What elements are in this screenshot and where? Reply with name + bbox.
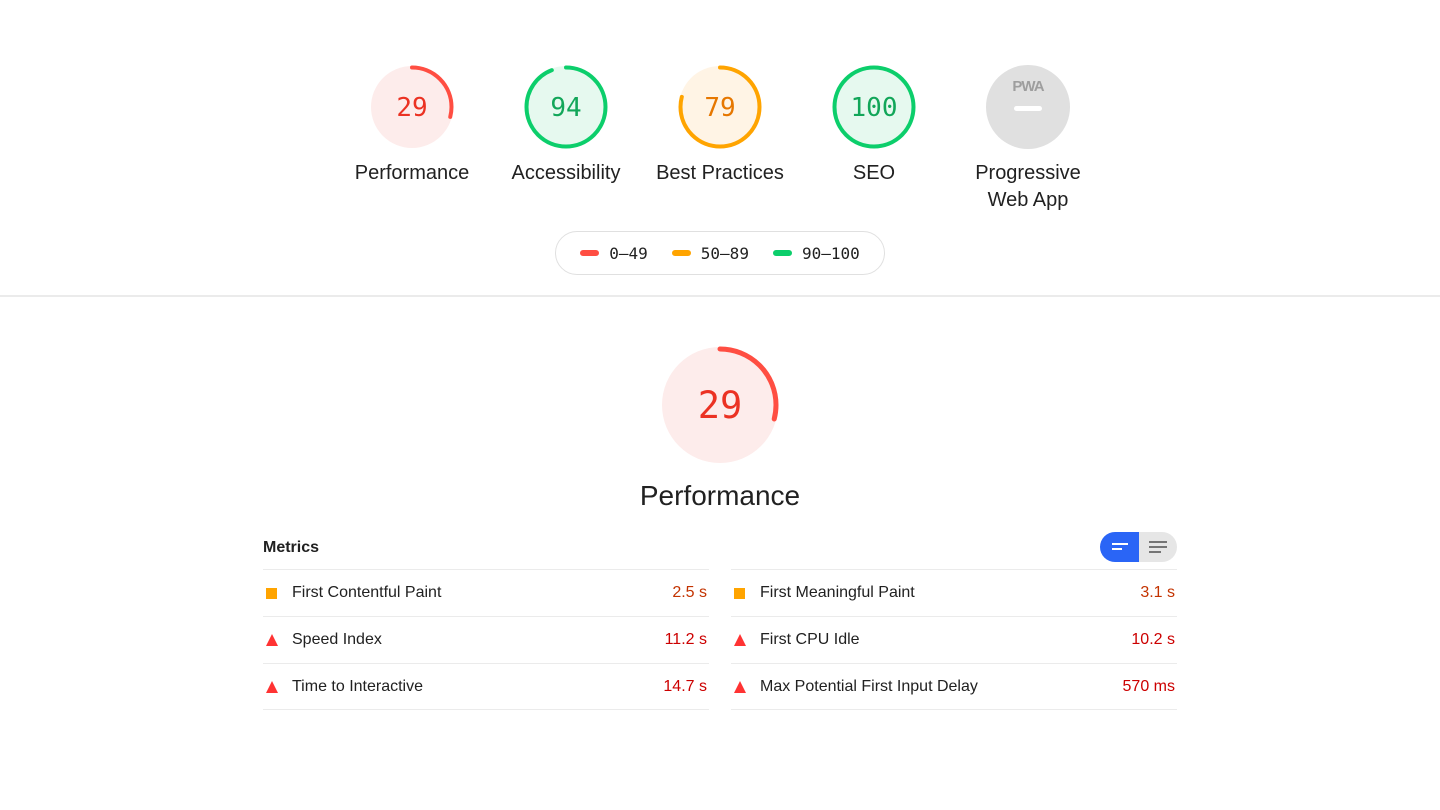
gauge-score: 100 [851,93,898,123]
gauge-ring-performance: 29 [370,65,454,149]
triangle-icon [266,680,278,693]
metric-name: First Contentful Paint [292,584,442,601]
performance-title: Performance [639,480,801,511]
metrics-heading: Metrics [263,539,320,556]
legend-item-fail: 0–49 [580,244,648,263]
metrics-column-right: First Meaningful Paint 3.1 s First CPU I… [731,569,1177,710]
gauge-ring-accessibility: 94 [524,65,608,149]
gauge-score: 29 [698,384,743,427]
gauge-pwa[interactable]: PWA Progressive Web App [951,62,1105,214]
gauge-label: SEO [852,162,896,184]
legend-pass-swatch [772,250,792,256]
metric-row: First CPU Idle 10.2 s [731,616,1177,663]
metric-name: First Meaningful Paint [760,584,915,601]
gauge-label: Performance [354,162,470,184]
gauge-score: 79 [704,93,735,123]
metric-value: 10.2 s [1131,631,1175,648]
metric-row: First Meaningful Paint 3.1 s [731,569,1177,616]
compact-view-icon [1111,543,1128,550]
gauge-performance[interactable]: 29 Performance [335,62,489,187]
performance-gauge-large: 29 [659,345,781,472]
square-icon [734,587,745,599]
legend-item-pass: 90–100 [772,243,860,263]
legend-average-swatch [671,250,691,256]
metric-row: Max Potential First Input Delay 570 ms [731,663,1177,710]
metric-value: 570 ms [1122,677,1175,695]
gauge-best-practices[interactable]: 79 Best Practices [643,62,797,187]
gauge-label: Accessibility [511,162,621,184]
legend-label: 90–100 [801,243,860,263]
metrics-column-left: First Contentful Paint 2.5 s Speed Index… [263,569,709,710]
score-legend: 0–49 50–89 90–100 [555,231,885,275]
gauge-accessibility[interactable]: 94 Accessibility [489,62,643,187]
gauge-ring-best-practices: 79 [678,65,762,149]
metric-name: Max Potential First Input Delay [760,677,978,695]
metric-name: Speed Index [292,631,382,648]
gauge-seo[interactable]: 100 SEO [797,62,951,187]
gauge-label: Progressive Web App [951,160,1105,214]
metric-value: 11.2 s [664,631,707,648]
gauge-ring-seo: 100 [832,65,916,149]
metric-value: 2.5 s [672,584,707,601]
legend-label: 0–49 [609,243,648,263]
metric-row: Time to Interactive 14.7 s [263,663,709,710]
gauge-label: Best Practices [656,162,784,184]
metric-value: 14.7 s [663,677,707,695]
triangle-icon [266,634,278,646]
gauge-score: 29 [396,93,427,123]
gauge-label-line2: Web App [987,189,1069,211]
gauge-score: 94 [550,93,581,123]
legend-fail-swatch [580,250,600,256]
metric-name: First CPU Idle [760,631,860,648]
expanded-view-icon [1149,541,1167,553]
legend-label: 50–89 [700,243,749,263]
square-icon [266,587,277,599]
expanded-view-button[interactable] [1139,532,1177,562]
section-divider [0,295,1440,297]
metric-value: 3.1 s [1140,584,1175,601]
pwa-badge: PWA [986,65,1070,149]
gauge-label-line1: Progressive [975,162,1081,184]
metric-row: First Contentful Paint 2.5 s [263,569,709,616]
compact-view-button[interactable] [1100,532,1139,562]
category-gauges: 29 Performance 94 Accessibility 79 Best … [0,62,1440,222]
gauge-ring-performance-large: 29 [661,346,779,464]
metric-row: Speed Index 11.2 s [263,616,709,663]
metric-name: Time to Interactive [292,677,424,695]
triangle-icon [734,634,746,646]
pwa-logo-icon: PWA [1012,78,1044,95]
triangle-icon [734,680,746,693]
metrics-view-toggle[interactable] [1100,532,1177,562]
pwa-dash-icon [1014,106,1042,111]
legend-item-average: 50–89 [671,243,749,263]
